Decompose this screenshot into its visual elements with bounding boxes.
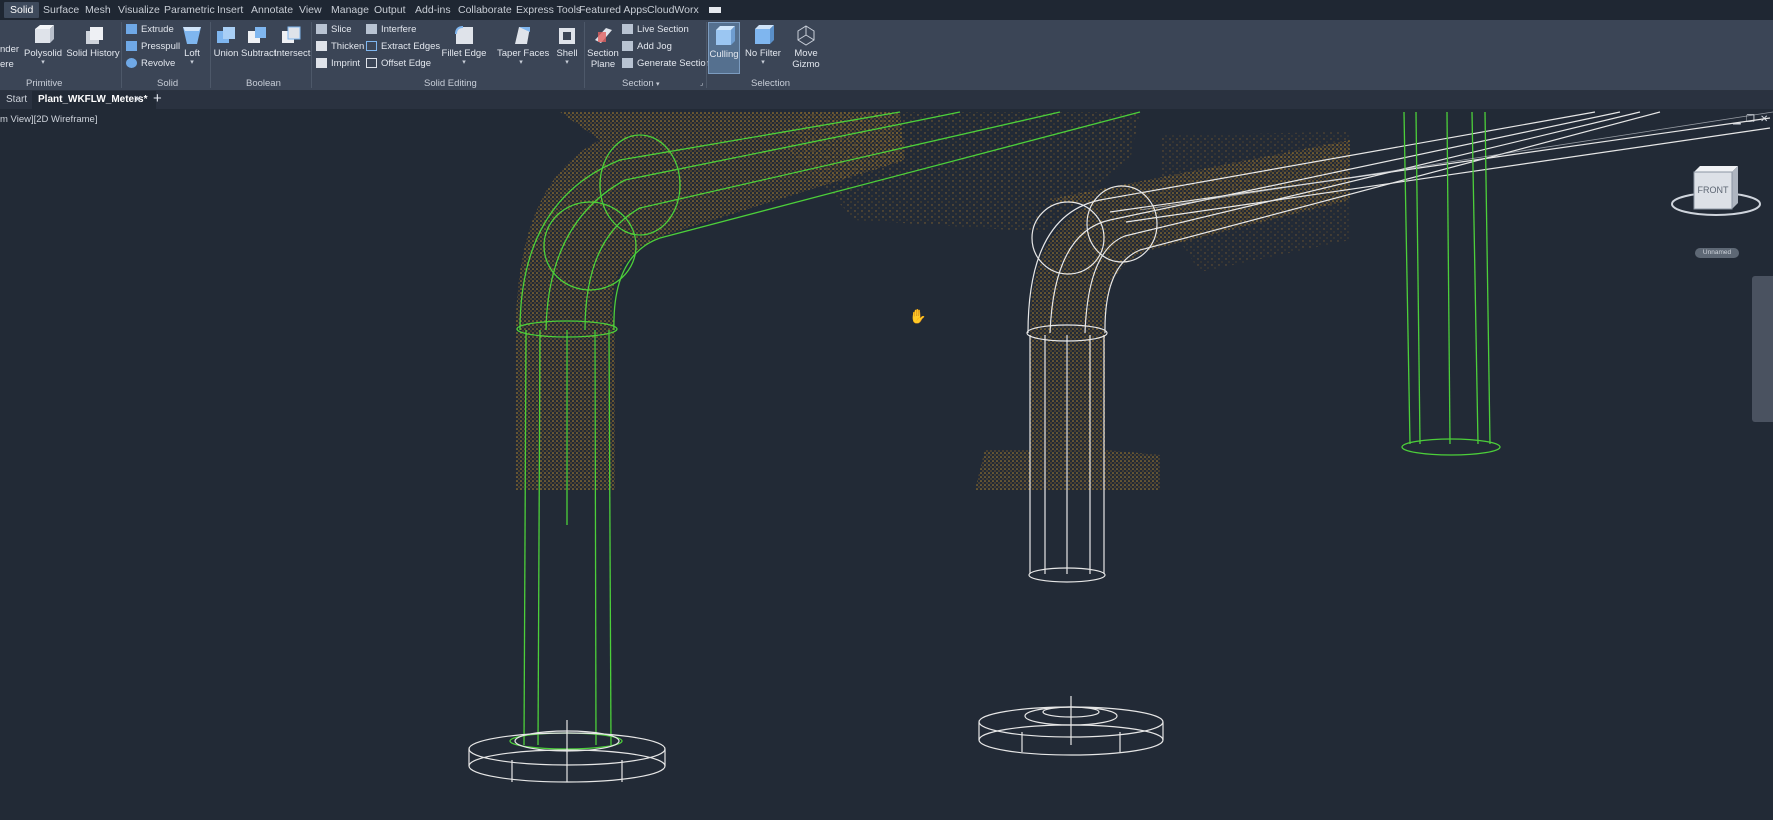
- right-base-flange: [978, 696, 1164, 756]
- model-space-canvas[interactable]: ✋: [0, 0, 1773, 820]
- left-base-flange: [468, 720, 666, 783]
- hand-cursor-icon: ✋: [909, 308, 926, 325]
- point-cloud-left-pipe: [516, 112, 905, 490]
